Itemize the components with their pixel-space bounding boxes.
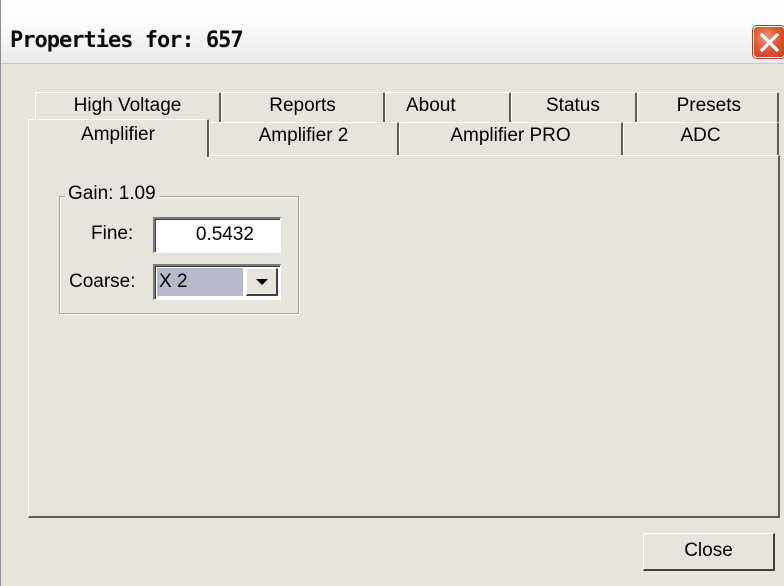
tab-amplifier[interactable]: Amplifier: [28, 119, 209, 157]
coarse-selected-value: X 2: [157, 268, 243, 296]
tab-amplifier-pro[interactable]: Amplifier PRO: [399, 122, 623, 156]
tab-reports[interactable]: Reports: [221, 92, 385, 122]
coarse-label: Coarse:: [69, 271, 136, 292]
tab-status[interactable]: Status: [511, 92, 637, 122]
fine-label: Fine:: [91, 223, 134, 244]
gain-legend: Gain: 1.09: [65, 182, 159, 206]
coarse-select[interactable]: X 2: [153, 264, 281, 300]
title-bar[interactable]: Properties for: 657: [1, 0, 784, 64]
properties-window: Properties for: 657 High Voltage Reports…: [0, 0, 784, 586]
tab-amplifier-2[interactable]: Amplifier 2: [209, 122, 399, 156]
coarse-dropdown-button[interactable]: [246, 268, 278, 296]
tab-adc[interactable]: ADC: [623, 122, 779, 156]
tab-panel-amplifier: Gain: 1.09 Fine: 0.5432 Coarse: X 2: [28, 155, 780, 518]
window-title: Properties for: 657: [10, 28, 244, 53]
tab-presets[interactable]: Presets: [637, 92, 779, 122]
tab-about[interactable]: About: [385, 92, 511, 122]
window-close-button[interactable]: [753, 26, 784, 58]
tab-high-voltage[interactable]: High Voltage: [35, 92, 221, 122]
close-button[interactable]: Close: [643, 533, 775, 571]
fine-input[interactable]: 0.5432: [153, 217, 281, 253]
